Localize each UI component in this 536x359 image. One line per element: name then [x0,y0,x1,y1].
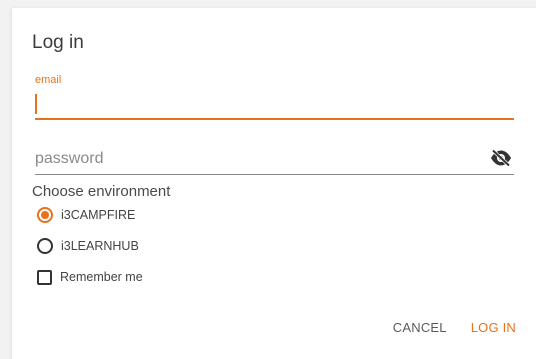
password-field[interactable] [35,145,475,173]
environment-label: Choose environment [32,183,171,200]
radio-label: i3LEARNHUB [61,239,139,253]
radio-option-i3campfire[interactable]: i3CAMPFIRE [37,205,135,225]
radio-option-i3learnhub[interactable]: i3LEARNHUB [37,236,139,256]
email-field-container: email [35,74,514,120]
password-underline [35,174,514,175]
radio-button[interactable] [37,238,53,254]
password-field-container [35,145,514,175]
login-dialog: Log in email Choose environment i3CAMPFI… [12,8,536,359]
radio-button-checked[interactable] [37,207,53,223]
radio-label: i3CAMPFIRE [61,208,136,222]
email-label: email [35,74,62,86]
eye-off-icon[interactable] [490,149,512,167]
remember-me-label: Remember me [60,270,143,284]
dialog-actions: CANCEL LOG IN [393,320,516,335]
dialog-title: Log in [32,32,84,53]
email-underline [35,118,514,120]
text-caret [35,94,37,114]
cancel-button[interactable]: CANCEL [393,320,447,335]
remember-me-checkbox[interactable] [37,269,52,285]
remember-me-option[interactable]: Remember me [37,267,143,287]
login-button[interactable]: LOG IN [471,320,516,335]
email-field[interactable] [35,91,514,117]
